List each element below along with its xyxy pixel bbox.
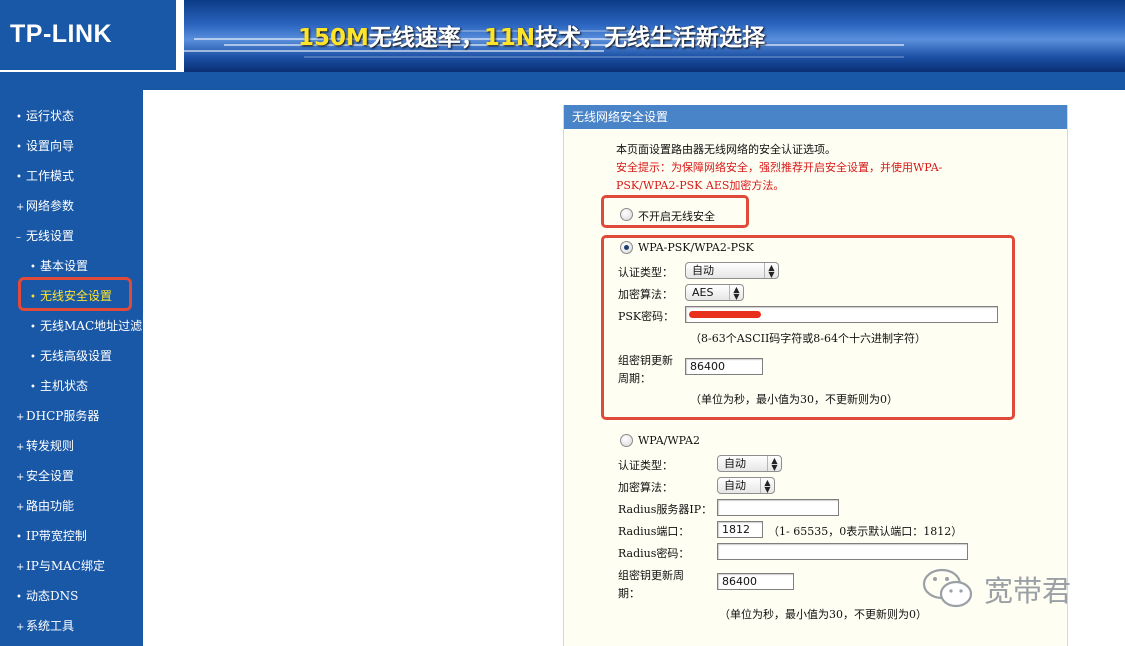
sidebar-item-basic[interactable]: • 基本设置: [30, 255, 88, 277]
wpa-renew-input[interactable]: 86400: [717, 573, 794, 590]
psk-enc-label: 加密算法：: [618, 288, 673, 301]
wpa-renew-hint: （单位为秒，最小值为30，不更新则为0）: [719, 608, 927, 621]
psk-password-label: PSK密码：: [618, 310, 675, 323]
sidebar-item-ddns[interactable]: • 动态DNS: [16, 585, 78, 607]
wireless-security-panel: 无线网络安全设置 本页面设置路由器无线网络的安全认证选项。 安全提示：为保障网络…: [563, 105, 1068, 646]
wpa-enc-select[interactable]: 自动 ▲ ▼: [717, 477, 775, 494]
warning-line-1: 安全提示：为保障网络安全，强烈推荐开启安全设置，并使用WPA-: [616, 161, 943, 174]
watermark: 宽带君: [920, 566, 1071, 610]
panel-title: 无线网络安全设置: [564, 105, 1067, 129]
chevron-updown-icon: ▲ ▼: [760, 478, 774, 494]
wpa-renew-label-2: 期：: [618, 587, 640, 600]
banner: 150M无线速率，11N技术，无线生活新选择: [184, 0, 1125, 72]
wpa-enc-label: 加密算法：: [618, 481, 673, 494]
psk-renew-hint: （单位为秒，最小值为30，不更新则为0）: [690, 393, 898, 406]
sidebar-item-wizard[interactable]: • 设置向导: [16, 135, 74, 157]
radius-password-input[interactable]: [717, 543, 968, 560]
sidebar-item-ip-mac[interactable]: + IP与MAC绑定: [16, 555, 105, 577]
psk-auth-select[interactable]: 自动 ▲ ▼: [685, 262, 779, 279]
warning-line-2: PSK/WPA2-PSK AES加密方法。: [616, 179, 785, 192]
slogan: 150M无线速率，11N技术，无线生活新选择: [298, 25, 766, 51]
header: TP-LINK 150M无线速率，11N技术，无线生活新选择: [0, 0, 1125, 72]
sidebar: • 运行状态 • 设置向导 • 工作模式 + 网络参数 – 无线设置 • 基本设置 • 无线安…: [0, 90, 143, 646]
sidebar-item-tools[interactable]: + 系统工具: [16, 615, 74, 637]
sidebar-item-forwarding[interactable]: + 转发规则: [16, 435, 74, 457]
psk-renew-label-1: 组密钥更新: [618, 354, 673, 367]
sidebar-item-status[interactable]: • 运行状态: [16, 105, 74, 127]
psk-auth-label: 认证类型：: [618, 266, 673, 279]
radius-ip-input[interactable]: [717, 499, 839, 516]
sidebar-item-hosts[interactable]: • 主机状态: [30, 375, 88, 397]
radio-wpa[interactable]: [620, 434, 633, 447]
sidebar-item-mac-filter[interactable]: • 无线MAC地址过滤: [30, 315, 142, 337]
sidebar-item-dhcp[interactable]: + DHCP服务器: [16, 405, 99, 427]
logo: TP-LINK: [0, 0, 176, 70]
redaction-mark: [689, 311, 761, 318]
sidebar-item-advanced[interactable]: • 无线高级设置: [30, 345, 112, 367]
intro-text: 本页面设置路由器无线网络的安全认证选项。: [616, 143, 836, 156]
logo-text: TP-LINK: [10, 20, 113, 48]
radius-ip-label: Radius服务器IP：: [618, 503, 713, 516]
sidebar-item-routing[interactable]: + 路由功能: [16, 495, 74, 517]
psk-section-title: WPA-PSK/WPA2-PSK: [638, 241, 754, 254]
chevron-updown-icon: ▲ ▼: [729, 285, 743, 301]
watermark-text: 宽带君: [984, 574, 1072, 608]
psk-renew-label-2: 周期：: [618, 372, 651, 385]
chevron-updown-icon: ▲ ▼: [767, 456, 781, 472]
psk-renew-input[interactable]: 86400: [685, 358, 763, 375]
header-band: [0, 72, 1125, 90]
wpa-auth-select[interactable]: 自动 ▲ ▼: [717, 455, 782, 472]
radio-no-security[interactable]: [620, 208, 633, 221]
radius-port-label: Radius端口：: [618, 525, 690, 538]
sidebar-item-mode[interactable]: • 工作模式: [16, 165, 74, 187]
radius-port-hint: （1- 65535，0表示默认端口：1812）: [768, 525, 963, 538]
wpa-auth-label: 认证类型：: [618, 459, 673, 472]
content-corner: [143, 90, 203, 130]
chevron-updown-icon: ▲ ▼: [764, 263, 778, 279]
wpa-section-title: WPA/WPA2: [638, 434, 700, 447]
wechat-icon: [922, 568, 973, 608]
sidebar-item-bandwidth[interactable]: • IP带宽控制: [16, 525, 87, 547]
psk-password-hint: （8-63个ASCII码字符或8-64个十六进制字符）: [690, 332, 927, 345]
wpa-renew-label-1: 组密钥更新周: [618, 569, 684, 582]
radio-wpa-psk[interactable]: [620, 241, 633, 254]
radius-port-input[interactable]: 1812: [717, 521, 763, 538]
radius-password-label: Radius密码：: [618, 547, 690, 560]
psk-enc-select[interactable]: AES ▲ ▼: [685, 284, 744, 301]
option-no-security-label: 不开启无线安全: [638, 210, 715, 223]
sidebar-item-wireless[interactable]: – 无线设置: [16, 225, 74, 247]
psk-password-input[interactable]: [685, 306, 998, 323]
sidebar-item-network[interactable]: + 网络参数: [16, 195, 74, 217]
sidebar-item-security[interactable]: + 安全设置: [16, 465, 74, 487]
active-item-highlight: [18, 277, 132, 311]
